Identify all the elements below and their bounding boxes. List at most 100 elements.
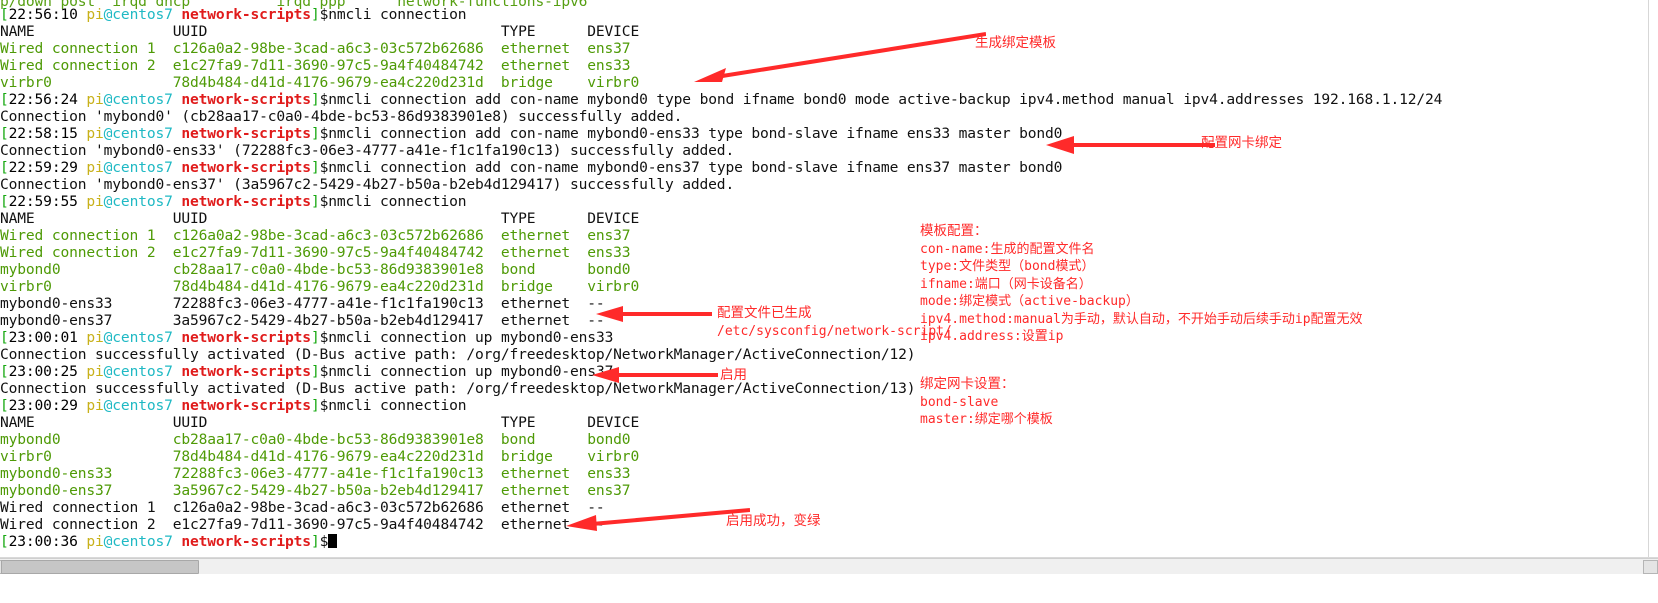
annotation-template-line-2: type:文件类型（bond模式） [920,259,1095,274]
bracket-close: ] [310,125,320,142]
horizontal-scrollbar[interactable] [0,558,1658,575]
command-text-4: nmcli connection add con-name mybond0-en… [328,159,1063,176]
prompt-time: 22:56:10 [8,6,78,23]
annotation-configure-bond: 配置网卡绑定 [1201,135,1282,151]
prompt-dollar: $ [319,329,329,346]
bracket-close: ] [310,397,320,414]
prompt-line-1: [22:56:10 pi@centos7 network-scripts]$nm… [0,6,467,24]
scroll-right-button[interactable] [1643,560,1658,574]
status-strip [0,574,1658,602]
prompt-dollar: $ [319,125,329,142]
prompt-user: pi [86,363,104,380]
bracket-close: ] [310,91,320,108]
prompt-host: @centos7 [103,125,173,142]
prompt-host: @centos7 [103,6,173,23]
annotation-arrow-1 [694,32,986,82]
table-row: Wired connection 1 c126a0a2-98be-3cad-a6… [0,227,631,244]
prompt-user: pi [86,125,104,142]
prompt-path: network-scripts [181,533,311,550]
bracket-open: [ [0,6,9,23]
prompt-host: @centos7 [103,159,173,176]
bracket-open: [ [0,193,9,210]
command-output-2: Connection 'mybond0' (cb28aa17-c0a0-4bde… [0,108,683,125]
prompt-user: pi [86,159,104,176]
prompt-line-active[interactable]: [23:00:36 pi@centos7 network-scripts]$ [0,533,338,551]
annotation-template-config-block: 模板配置： con-name:生成的配置文件名 type:文件类型（bond模式… [920,223,1363,346]
command-output-3: Connection 'mybond0-ens33' (72288fc3-06e… [0,142,735,159]
annotation-template-line-4: mode:绑定模式（active-backup） [920,294,1139,309]
command-text-3: nmcli connection add con-name mybond0-en… [328,125,1063,142]
prompt-path: network-scripts [181,329,311,346]
table-header-2: NAME UUID TYPE DEVICE [0,210,640,227]
prompt-dollar: $ [319,533,329,550]
annotation-template-line-1: con-name:生成的配置文件名 [920,241,1095,257]
table-row: Wired connection 1 c126a0a2-98be-3cad-a6… [0,40,631,57]
prompt-line-3: [22:58:15 pi@centos7 network-scripts]$nm… [0,125,1063,143]
prompt-path: network-scripts [181,125,311,142]
bracket-open: [ [0,159,9,176]
command-text-8: nmcli connection [328,397,467,414]
prompt-user: pi [86,329,104,346]
prompt-time: 23:00:29 [8,397,78,414]
table-row: mybond0-ens37 3a5967c2-5429-4b27-b50a-b2… [0,312,605,329]
bottom-chrome [0,557,1658,603]
annotation-config-file-created: 配置文件已生成 [717,305,812,321]
prompt-line-4: [22:59:29 pi@centos7 network-scripts]$nm… [0,159,1063,177]
bracket-close: ] [310,6,320,23]
annotation-arrow-5 [566,508,750,531]
prompt-dollar: $ [319,159,329,176]
annotation-template-line-6: ipv4.address:设置ip [920,329,1064,344]
prompt-line-5: [22:59:55 pi@centos7 network-scripts]$nm… [0,193,467,211]
prompt-path: network-scripts [181,363,311,380]
prompt-user: pi [86,397,104,414]
prompt-user: pi [86,91,104,108]
table-row: virbr0 78d4b484-d41d-4176-9679-ea4c220d2… [0,448,640,465]
prompt-time: 22:59:29 [8,159,78,176]
prompt-user: pi [86,533,104,550]
command-text-6: nmcli connection up mybond0-ens33 [328,329,614,346]
bracket-close: ] [310,363,320,380]
prompt-user: pi [86,6,104,23]
prompt-dollar: $ [319,397,329,414]
table-row: Wired connection 2 e1c27fa9-7d11-3690-97… [0,57,631,74]
table-row: virbr0 78d4b484-d41d-4176-9679-ea4c220d2… [0,278,640,295]
prompt-host: @centos7 [103,533,173,550]
text-cursor [328,534,338,548]
prompt-host: @centos7 [103,329,173,346]
prompt-line-8: [23:00:29 pi@centos7 network-scripts]$nm… [0,397,467,415]
prompt-time: 23:00:36 [8,533,78,550]
scrollbar-thumb[interactable] [1,560,199,574]
prompt-user: pi [86,193,104,210]
annotation-slave-title: 绑定网卡设置： [920,376,1015,392]
annotation-arrow-2 [1046,136,1215,154]
annotation-enable-success: 启用成功，变绿 [726,513,821,529]
table-row: Wired connection 1 c126a0a2-98be-3cad-a6… [0,499,605,516]
prompt-path: network-scripts [181,159,311,176]
bracket-close: ] [310,193,320,210]
table-row: mybond0-ens33 72288fc3-06e3-4777-a41e-f1… [0,295,605,312]
prompt-dollar: $ [319,193,329,210]
prompt-time: 23:00:25 [8,363,78,380]
prompt-dollar: $ [319,363,329,380]
prompt-path: network-scripts [181,193,311,210]
annotation-template-line-5: ipv4.method:manual为手动，默认自动，不开始手动后续手动ip配置… [920,311,1363,327]
prompt-host: @centos7 [103,397,173,414]
prompt-host: @centos7 [103,91,173,108]
table-row: mybond0 cb28aa17-c0a0-4bde-bc53-86d93839… [0,261,631,278]
command-text-5: nmcli connection [328,193,467,210]
prompt-time: 22:56:24 [8,91,78,108]
prompt-host: @centos7 [103,193,173,210]
bracket-open: [ [0,397,9,414]
prompt-line-6: [23:00:01 pi@centos7 network-scripts]$nm… [0,329,614,347]
prompt-path: network-scripts [181,6,311,23]
bracket-close: ] [310,329,320,346]
annotation-slave-line-1: bond-slave [920,394,999,410]
bracket-open: [ [0,329,9,346]
annotation-slave-line-2: master:绑定哪个模板 [920,412,1053,427]
table-header-1: NAME UUID TYPE DEVICE [0,23,640,40]
bracket-open: [ [0,91,9,108]
prompt-time: 22:59:55 [8,193,78,210]
annotation-slave-config-block: 绑定网卡设置： bond-slave master:绑定哪个模板 [920,376,1053,429]
prompt-dollar: $ [319,6,329,23]
prompt-dollar: $ [319,91,329,108]
